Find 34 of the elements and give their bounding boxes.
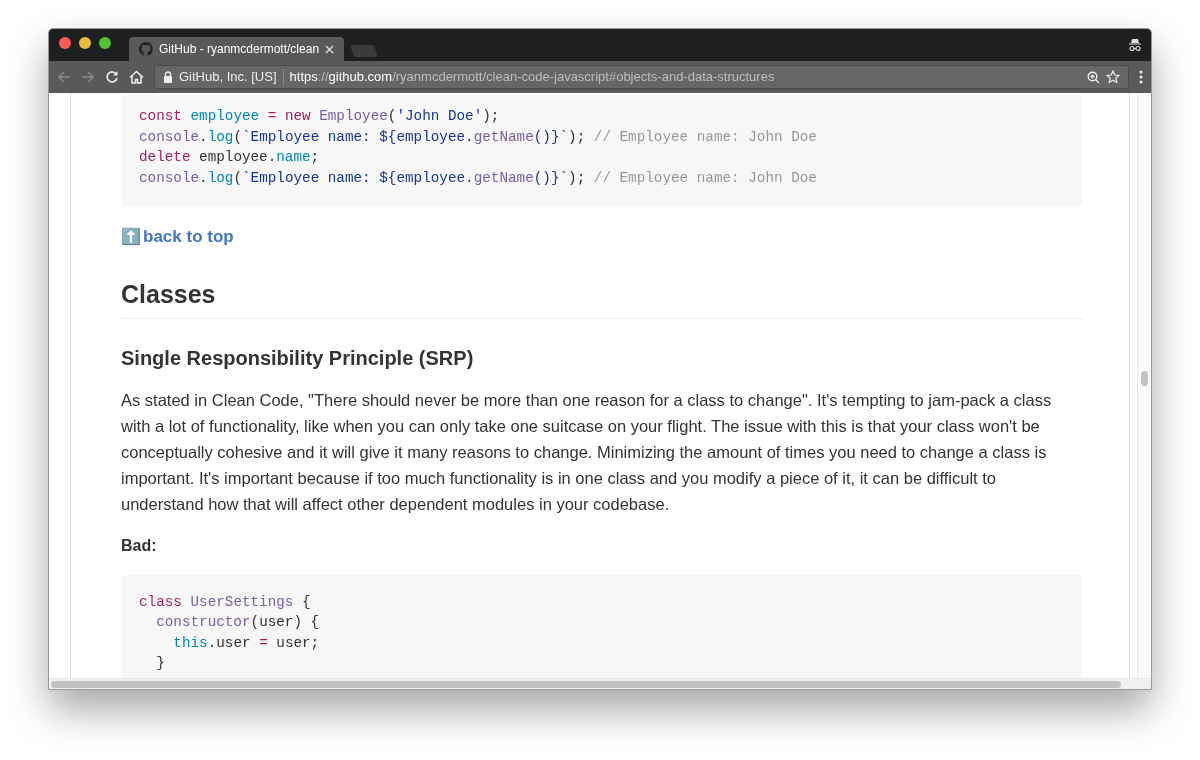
code-line: delete employee.name; bbox=[139, 148, 321, 167]
code-line: console.log(`Employee name: ${employee.getName()}`); // Employee name: John Doe bbox=[139, 168, 818, 188]
section-heading: Classes bbox=[121, 277, 1083, 319]
lock-icon bbox=[163, 71, 173, 83]
close-tab-icon[interactable] bbox=[325, 44, 335, 54]
code-line: const employee = new Employee('John Doe'); bbox=[139, 107, 501, 126]
code-line: console.log(`Employee name: ${employee.getName()}`); // Employee name: John Doe bbox=[139, 127, 818, 147]
bookmark-star-icon[interactable] bbox=[1106, 70, 1120, 84]
code-line: constructor(user) { bbox=[155, 613, 321, 632]
address-bar[interactable]: GitHub, Inc. [US] https://github.com/ryanmcdermott/clean-code-javascript#objects-and-data-structures bbox=[154, 65, 1129, 89]
zoom-icon[interactable] bbox=[1087, 70, 1100, 84]
close-window-icon[interactable] bbox=[59, 37, 71, 49]
vertical-scrollbar[interactable] bbox=[1137, 93, 1151, 678]
octocat-icon bbox=[139, 42, 153, 56]
menu-icon[interactable] bbox=[1139, 70, 1143, 84]
home-icon[interactable] bbox=[129, 70, 144, 84]
bad-label: Bad: bbox=[121, 535, 158, 556]
code-line: } bbox=[155, 654, 166, 673]
scrollbar-thumb[interactable] bbox=[1141, 371, 1148, 386]
security-label: GitHub, Inc. [US] bbox=[179, 68, 277, 87]
incognito-icon bbox=[1128, 38, 1142, 52]
code-line: class UserSettings { bbox=[139, 592, 312, 612]
reload-icon[interactable] bbox=[105, 70, 119, 84]
paragraph: As stated in Clean Code, "There should never be more than one reason for a class to change". It's tempting to jam-pack a class with a lot of functionality, like when you can only take one suitcase on your flight. The issue with this is that your class won't be conceptually cohesive and it will give it many reasons to change. Minimizing the amount of times you need to change a class is important. It's important because if too much functionality is in one class and you modify a piece of it, it can be difficult to understand how that will affect other dependent modules in your codebase. bbox=[121, 389, 1053, 515]
browser-tab[interactable]: GitHub - ryanmcdermott/clean bbox=[129, 37, 345, 61]
horizontal-scrollbar[interactable] bbox=[49, 678, 1151, 689]
minimize-window-icon[interactable] bbox=[79, 37, 91, 49]
back-to-top-link[interactable]: ⬆back to top bbox=[121, 224, 234, 250]
maximize-window-icon[interactable] bbox=[99, 37, 111, 49]
subsection-heading: Single Responsibility Principle (SRP) bbox=[121, 345, 475, 371]
scrollbar-thumb[interactable] bbox=[51, 680, 1121, 688]
url-text: https://github.com/ryanmcdermott/clean-code-javascript#objects-and-data-structures bbox=[289, 68, 776, 87]
tab-title: GitHub - ryanmcdermott/clean bbox=[159, 41, 320, 58]
code-line: this.user = user; bbox=[172, 633, 321, 653]
